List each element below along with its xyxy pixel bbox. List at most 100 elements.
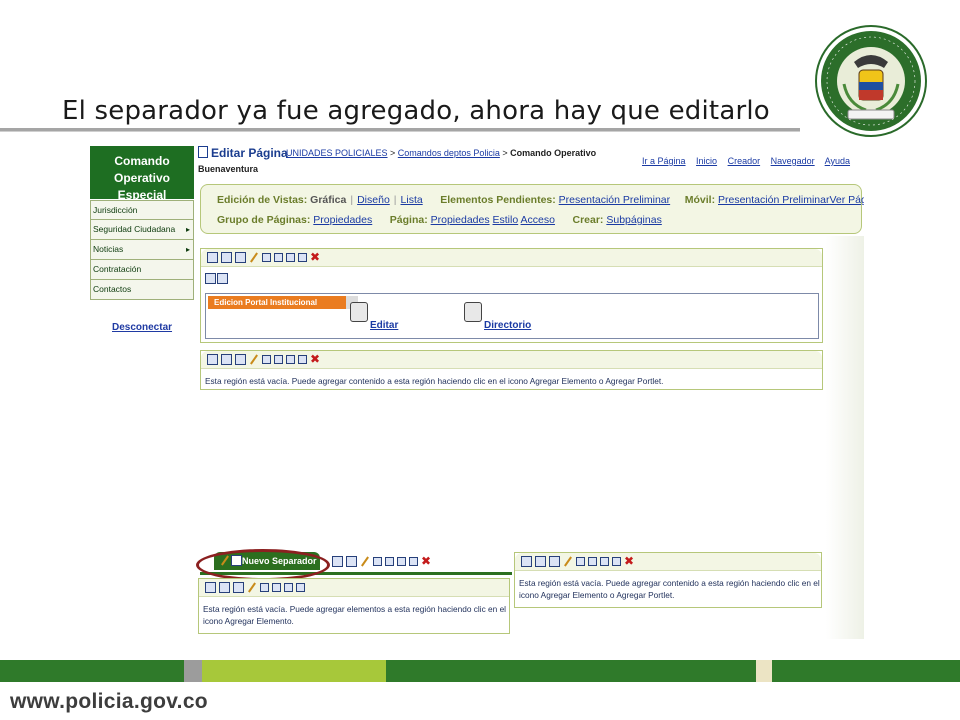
nav-header: Comando Operativo Especial xyxy=(90,146,194,202)
empty-region-line2: icono Agregar Elemento. xyxy=(203,616,294,626)
link-navegador[interactable]: Navegador xyxy=(771,156,815,166)
move-up-icon[interactable] xyxy=(262,355,271,364)
portlet-settings-icon[interactable] xyxy=(217,273,228,284)
add-element-icon[interactable] xyxy=(521,556,532,567)
add-separator-icon[interactable] xyxy=(549,556,560,567)
edit-pencil-icon[interactable] xyxy=(249,252,259,263)
move-up-icon[interactable] xyxy=(260,583,269,592)
add-element-icon[interactable] xyxy=(207,252,218,263)
delete-x-icon[interactable]: ✖ xyxy=(624,555,634,567)
breadcrumb-link-comandos[interactable]: Comandos deptos Policia xyxy=(398,148,500,158)
move-up-icon[interactable] xyxy=(373,557,382,566)
logout-link[interactable]: Desconectar xyxy=(112,322,172,333)
move-down-icon[interactable] xyxy=(588,557,597,566)
add-portlet-icon[interactable] xyxy=(332,556,343,567)
link-creador[interactable]: Creador xyxy=(728,156,761,166)
page-title-text: Editar Página xyxy=(211,146,288,160)
move-right-icon[interactable] xyxy=(298,253,307,262)
nav-item-jurisdiccion[interactable]: Jurisdicción xyxy=(90,200,194,220)
nav-item-seguridad-ciudadana[interactable]: Seguridad Ciudadana ▸ xyxy=(90,220,194,240)
page-group-properties-link[interactable]: Propiedades xyxy=(313,214,372,226)
breadcrumb: UNIDADES POLICIALES > Comandos deptos Po… xyxy=(286,148,596,158)
pending-preview-link[interactable]: Presentación Preliminar xyxy=(559,194,670,206)
footer-color-bars xyxy=(0,660,960,682)
empty-region-line2: icono Agregar Elemento o Agregar Portlet… xyxy=(519,590,675,600)
move-right-icon[interactable] xyxy=(296,583,305,592)
nav-item-contratacion[interactable]: Contratación xyxy=(90,260,194,280)
add-portlet-icon[interactable] xyxy=(221,354,232,365)
move-down-icon[interactable] xyxy=(272,583,281,592)
move-left-icon[interactable] xyxy=(286,253,295,262)
move-up-icon[interactable] xyxy=(262,253,271,262)
link-ayuda[interactable]: Ayuda xyxy=(825,156,850,166)
breadcrumb-current-line2: Buenaventura xyxy=(198,164,259,174)
nav-item-noticias[interactable]: Noticias ▸ xyxy=(90,240,194,260)
delete-x-icon[interactable]: ✖ xyxy=(421,555,431,567)
view-diseno-link[interactable]: Diseño xyxy=(357,194,390,206)
edit-pencil-icon[interactable] xyxy=(563,556,573,567)
title-underline-shadow xyxy=(0,131,800,132)
highlight-oval xyxy=(196,549,330,581)
edit-pencil-icon[interactable] xyxy=(247,582,257,593)
nav-item-label: Noticias xyxy=(93,244,124,254)
document-icon xyxy=(198,146,208,158)
link-ir-a-pagina[interactable]: Ir a Página xyxy=(642,156,686,166)
policia-nacional-seal-icon xyxy=(815,25,927,137)
region-empty-portlet: ✖ Esta región está vacía. Puede agregar … xyxy=(200,350,823,390)
book-icon[interactable] xyxy=(464,302,482,322)
region-toolbar: ✖ xyxy=(201,351,822,369)
edit-pencil-icon[interactable] xyxy=(360,556,370,567)
add-portlet-icon[interactable] xyxy=(219,582,230,593)
page-style-link[interactable]: Estilo xyxy=(493,214,519,226)
add-element-icon[interactable] xyxy=(205,582,216,593)
move-down-icon[interactable] xyxy=(274,253,283,262)
add-portlet-icon[interactable] xyxy=(221,252,232,263)
chevron-right-icon: ▸ xyxy=(185,225,190,234)
footer-bar-lime xyxy=(202,660,386,682)
move-left-icon[interactable] xyxy=(284,583,293,592)
portal-institucional-portlet: Edicion Portal Institucional Editar Dire… xyxy=(205,293,819,339)
portal-screenshot: Comando Operativo Especial Jurisdicción … xyxy=(90,142,864,639)
page-properties-link[interactable]: Propiedades xyxy=(431,214,490,226)
delete-x-icon[interactable]: ✖ xyxy=(310,353,320,365)
add-separator-icon[interactable] xyxy=(235,354,246,365)
move-right-icon[interactable] xyxy=(612,557,621,566)
region-toolbar: ✖ xyxy=(201,249,822,267)
region-empty-right: ✖ Esta región está vacía. Puede agregar … xyxy=(514,552,822,608)
empty-region-message: Esta región está vacía. Puede agregar el… xyxy=(203,603,506,627)
breadcrumb-current: Comando Operativo xyxy=(510,148,597,158)
toolbar-row-views: Edición de Vistas: Gráfica | Diseño | Lista … xyxy=(217,194,864,206)
add-portlet-icon[interactable] xyxy=(535,556,546,567)
move-up-icon[interactable] xyxy=(576,557,585,566)
region-empty-left: Esta región está vacía. Puede agregar el… xyxy=(198,578,510,634)
edit-pencil-icon[interactable] xyxy=(249,354,259,365)
move-down-icon[interactable] xyxy=(274,355,283,364)
nav-item-label: Jurisdicción xyxy=(93,205,138,215)
pencil-icon[interactable] xyxy=(350,302,368,322)
move-down-icon[interactable] xyxy=(385,557,394,566)
move-left-icon[interactable] xyxy=(600,557,609,566)
add-element-icon[interactable] xyxy=(207,354,218,365)
move-left-icon[interactable] xyxy=(397,557,406,566)
nav-item-contactos[interactable]: Contactos xyxy=(90,280,194,300)
page-access-link[interactable]: Acceso xyxy=(521,214,555,226)
move-left-icon[interactable] xyxy=(286,355,295,364)
edit-portlet-icon[interactable] xyxy=(205,273,216,284)
region-portal: ✖ Edicion Portal Institucional Editar Di… xyxy=(200,248,823,343)
move-right-icon[interactable] xyxy=(298,355,307,364)
add-separator-icon[interactable] xyxy=(233,582,244,593)
create-subpages-link[interactable]: Subpáginas xyxy=(606,214,661,226)
delete-x-icon[interactable]: ✖ xyxy=(310,251,320,263)
move-region-icon[interactable] xyxy=(235,252,246,263)
directorio-link[interactable]: Directorio xyxy=(484,320,531,331)
move-right-icon[interactable] xyxy=(409,557,418,566)
editar-link[interactable]: Editar xyxy=(370,320,398,331)
page-label: Página: xyxy=(389,214,428,226)
mobile-label: Móvil: xyxy=(684,194,716,206)
link-inicio[interactable]: Inicio xyxy=(696,156,717,166)
breadcrumb-link-unidades[interactable]: UNIDADES POLICIALES xyxy=(286,148,388,158)
mobile-preview-link[interactable]: Presentación Preliminar xyxy=(718,194,829,206)
view-page-link[interactable]: Ver Página xyxy=(829,194,864,206)
view-lista-link[interactable]: Lista xyxy=(401,194,423,206)
add-separator-icon[interactable] xyxy=(346,556,357,567)
